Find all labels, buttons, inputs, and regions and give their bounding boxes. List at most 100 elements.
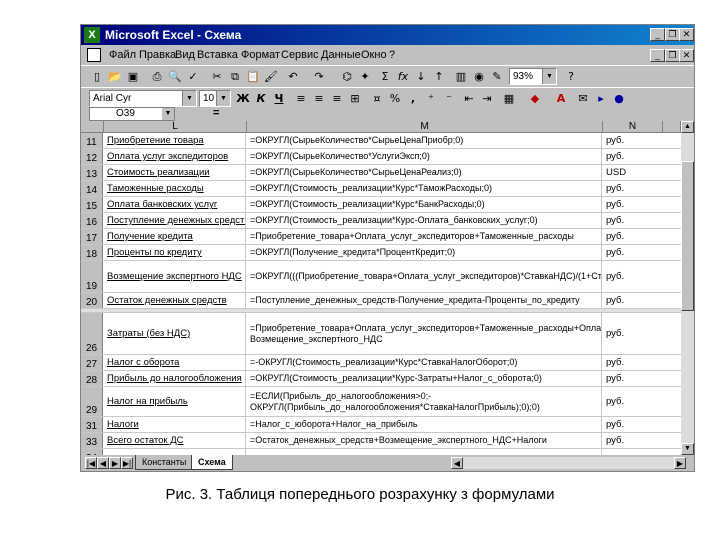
cell-unit[interactable]: руб. — [603, 371, 663, 386]
sort-desc-icon[interactable]: ↑ — [431, 69, 447, 85]
cell-unit[interactable]: руб. — [603, 293, 663, 308]
row-header[interactable]: 18 — [81, 245, 103, 260]
column-header-m[interactable]: M — [247, 121, 603, 133]
name-box[interactable]: O39 ▼ — [89, 107, 175, 121]
cell-formula[interactable]: =ОКРУГЛ(СырьеКоличество*СырьеЦенаПриобр;… — [247, 133, 602, 148]
font-size-select[interactable]: 10 ▼ — [199, 90, 231, 107]
menu-file[interactable]: Файл — [109, 49, 136, 61]
cell-label[interactable]: Получение кредита — [104, 229, 246, 244]
save-icon[interactable]: ▣ — [125, 69, 141, 85]
column-header-blank[interactable] — [663, 121, 681, 133]
web-icon[interactable]: ✦ — [357, 69, 373, 85]
cell-label[interactable]: Возмещение экспертного НДС — [104, 261, 246, 292]
dot-icon[interactable]: ● — [611, 91, 627, 107]
cell-label[interactable]: Налоги — [104, 417, 246, 432]
cell-unit[interactable]: руб. — [603, 433, 663, 448]
outdent-icon[interactable]: ⇤ — [461, 91, 477, 107]
cell-unit[interactable]: руб. — [603, 181, 663, 196]
cell-unit[interactable]: руб. — [603, 213, 663, 228]
doc-close-icon[interactable]: ✕ — [679, 49, 694, 62]
chart-wizard-icon[interactable]: ▥ — [453, 69, 469, 85]
vertical-scrollbar[interactable]: ▲ ▼ — [681, 121, 694, 455]
cell-label[interactable]: Стоимость реализации — [104, 165, 246, 180]
scroll-down-icon[interactable]: ▼ — [681, 443, 694, 455]
cell-label[interactable]: Поступление денежных средств — [104, 213, 246, 228]
row-header[interactable]: 27 — [81, 355, 103, 370]
cell-formula[interactable]: =Приобретение_товара+Оплата_услуг_экспед… — [247, 229, 602, 244]
new-icon[interactable]: ▯ — [89, 69, 105, 85]
last-sheet-icon[interactable]: ▶| — [121, 457, 133, 469]
cell-formula[interactable]: =ОКРУГЛ(СырьеКоличество*УслугиЭксп;0) — [247, 149, 602, 164]
doc-restore-icon[interactable]: ❐ — [665, 49, 680, 62]
cell-label[interactable]: Всего остаток ДС — [104, 433, 246, 448]
function-icon[interactable]: fx — [395, 69, 411, 85]
percent-button[interactable]: % — [387, 91, 403, 107]
select-all-corner[interactable] — [81, 121, 104, 133]
cell-unit[interactable]: руб. — [603, 261, 663, 292]
cell-formula[interactable]: =ОКРУГЛ(Стоимость_реализации*Курс-Затрат… — [247, 371, 602, 386]
cell-unit[interactable]: руб. — [603, 149, 663, 164]
comma-button[interactable]: , — [405, 91, 421, 107]
next-sheet-icon[interactable]: ▶ — [109, 457, 121, 469]
bold-button[interactable]: Ж — [235, 91, 251, 107]
italic-button[interactable]: К — [253, 91, 269, 107]
row-header[interactable]: 16 — [81, 213, 103, 228]
scroll-left-icon[interactable]: ◀ — [451, 457, 463, 469]
cell-label[interactable]: Оплата услуг экспедиторов — [104, 149, 246, 164]
cell-label[interactable]: Затраты (без НДС) — [104, 313, 246, 354]
format-painter-icon[interactable]: 🖌 — [263, 69, 279, 85]
underline-button[interactable]: Ч — [271, 91, 287, 107]
row-header[interactable]: 29 — [81, 387, 103, 416]
merge-center-icon[interactable]: ⊞ — [347, 91, 363, 107]
align-center-icon[interactable]: ≡ — [311, 91, 327, 107]
cell-label[interactable]: Оплата банковских услуг — [104, 197, 246, 212]
row-header[interactable]: 31 — [81, 417, 103, 432]
align-left-icon[interactable]: ≡ — [293, 91, 309, 107]
menu-edit[interactable]: Правка — [139, 49, 176, 61]
sheet-tab-constants[interactable]: Константы — [135, 455, 194, 470]
row-header[interactable]: 15 — [81, 197, 103, 212]
spelling-icon[interactable]: ✓ — [185, 69, 201, 85]
row-header[interactable]: 13 — [81, 165, 103, 180]
sort-asc-icon[interactable]: ↓ — [413, 69, 429, 85]
cell-formula[interactable]: =ОКРУГЛ(((Приобретение_товара+Оплата_усл… — [247, 261, 602, 292]
borders-icon[interactable]: ▦ — [501, 91, 517, 107]
cell-label[interactable]: Налог с оборота — [104, 355, 246, 370]
fill-color-icon[interactable]: ◆ — [527, 91, 543, 107]
cell-label[interactable]: Налог на прибыль — [104, 387, 246, 416]
hyperlink-icon[interactable]: ⌬ — [339, 69, 355, 85]
document-icon[interactable] — [87, 48, 101, 62]
scroll-right-icon[interactable]: ▶ — [674, 457, 686, 469]
print-icon[interactable]: ⎙ — [149, 69, 165, 85]
restore-icon[interactable]: ❐ — [665, 28, 680, 41]
increase-decimal-icon[interactable]: ⁺ — [423, 91, 439, 107]
prev-sheet-icon[interactable]: ◀ — [97, 457, 109, 469]
cell-unit[interactable]: руб. — [603, 313, 663, 354]
open-icon[interactable]: 📂 — [107, 69, 123, 85]
cell-formula[interactable]: =ОКРУГЛ(Получение_кредита*ПроцентКредит;… — [247, 245, 602, 260]
zoom-select[interactable]: 93% ▼ — [509, 68, 557, 85]
chevron-down-icon[interactable]: ▼ — [216, 91, 230, 106]
cell-formula[interactable]: =Налог_с_юборота+Налог_на_прибыль — [247, 417, 602, 432]
cell-unit[interactable]: руб. — [603, 245, 663, 260]
cell-formula[interactable]: =ОКРУГЛ(Стоимость_реализации*Курс*БанкРа… — [247, 197, 602, 212]
sheet-tab-scheme[interactable]: Схема — [191, 455, 233, 470]
scroll-up-icon[interactable]: ▲ — [681, 121, 694, 133]
paste-icon[interactable]: 📋 — [245, 69, 261, 85]
first-sheet-icon[interactable]: |◀ — [85, 457, 97, 469]
drawing-icon[interactable]: ✎ — [489, 69, 505, 85]
column-header-l[interactable]: L — [104, 121, 247, 133]
horizontal-scrollbar[interactable]: ◀ ▶ — [451, 457, 686, 469]
cut-icon[interactable]: ✂ — [209, 69, 225, 85]
redo-icon[interactable]: ↷ — [311, 69, 327, 85]
cell-formula[interactable]: =-ОКРУГЛ(Стоимость_реализации*Курс*Ставк… — [247, 355, 602, 370]
chevron-down-icon[interactable]: ▼ — [542, 69, 556, 84]
cell-formula[interactable]: =ОКРУГЛ(СырьеКоличество*СырьеЦенаРеализ;… — [247, 165, 602, 180]
cell-label[interactable]: Таможенные расходы — [104, 181, 246, 196]
cell-label[interactable]: Проценты по кредиту — [104, 245, 246, 260]
menu-insert[interactable]: Вставка — [197, 49, 238, 61]
currency-icon[interactable]: ¤ — [369, 91, 385, 107]
close-icon[interactable]: ✕ — [679, 28, 694, 41]
cell-unit[interactable]: руб. — [603, 387, 663, 416]
autosum-icon[interactable]: Σ — [377, 69, 393, 85]
